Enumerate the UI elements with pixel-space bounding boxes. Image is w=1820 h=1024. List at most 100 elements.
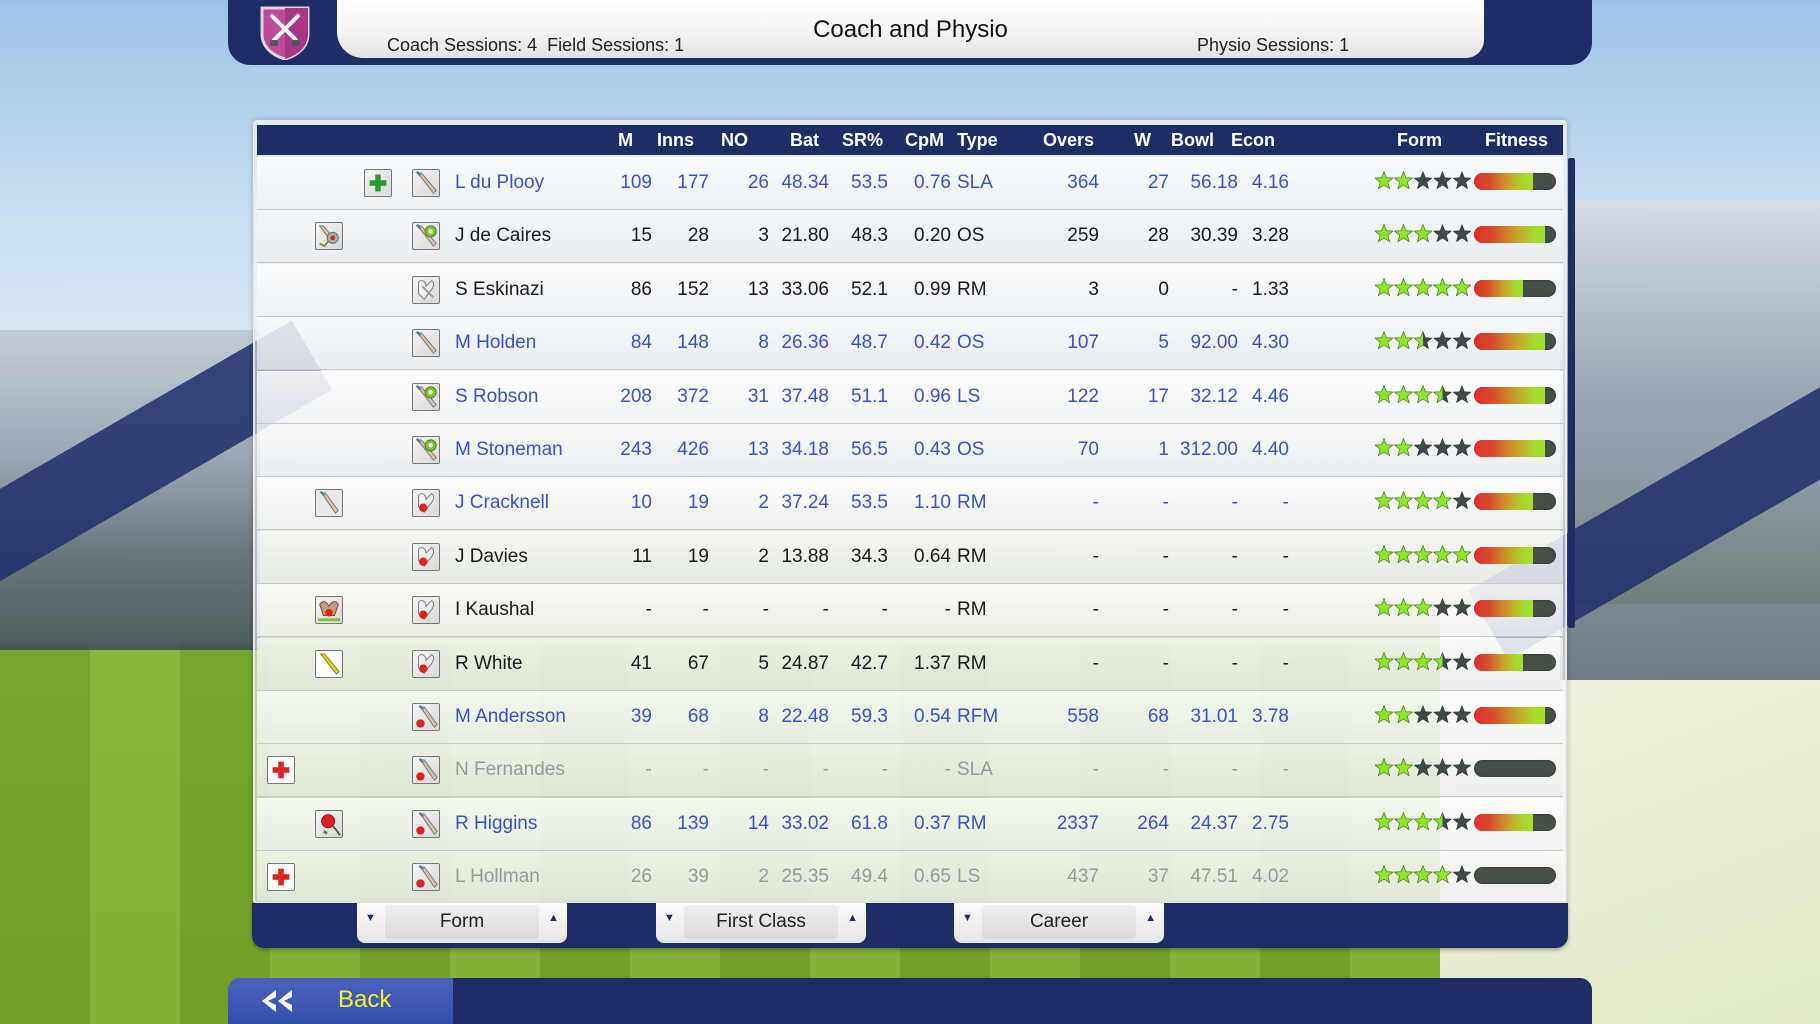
sort-selector[interactable]: ▼ Form ▲ xyxy=(357,903,567,943)
bowling-training-icon[interactable] xyxy=(315,809,343,838)
cell-type: RM xyxy=(957,812,987,834)
sort-prev-arrow-icon[interactable]: ▼ xyxy=(365,912,376,924)
bat-ball-icon xyxy=(412,222,440,251)
table-row[interactable]: J Davies 11 19 2 13.88 34.3 0.64 RM - - - - xyxy=(257,530,1563,584)
col-header-bowl[interactable]: Bowl xyxy=(1171,130,1214,151)
back-button[interactable]: Back xyxy=(228,978,453,1024)
cell-no: - xyxy=(762,599,769,621)
form-star-filled-icon xyxy=(1413,384,1433,403)
table-row[interactable]: M Holden 84 148 8 26.36 48.7 0.42 OS 107 5 92.00 4.… xyxy=(257,317,1563,371)
col-header-m[interactable]: M xyxy=(618,130,633,151)
sort-next-arrow-icon[interactable]: ▲ xyxy=(548,912,559,924)
col-header-cpm[interactable]: CpM xyxy=(905,130,944,151)
cell-bat: - xyxy=(822,599,829,621)
col-header-inns[interactable]: Inns xyxy=(657,130,694,151)
cell-inns: 426 xyxy=(677,439,709,460)
gloves-ball-icon xyxy=(412,489,440,518)
cell-overs: 2337 xyxy=(1056,812,1099,834)
form-star-filled-icon xyxy=(1375,491,1394,510)
cell-inns: 19 xyxy=(687,545,709,567)
cell-sr: 42.7 xyxy=(851,652,888,674)
player-name[interactable]: J Davies xyxy=(455,546,528,568)
cell-econ: 1.33 xyxy=(1252,278,1289,300)
table-scrollbar[interactable] xyxy=(1568,158,1575,628)
form-star-filled-icon xyxy=(1393,224,1414,243)
col-header-no[interactable]: NO xyxy=(721,130,748,151)
table-row[interactable]: J Cracknell 10 19 2 37.24 53.5 1.10 RM - - - - xyxy=(257,477,1563,531)
table-row[interactable]: M Andersson 39 68 8 22.48 59.3 0.54 RFM 558 68 31.… xyxy=(257,691,1563,744)
player-name[interactable]: R Higgins xyxy=(455,813,537,835)
player-name[interactable]: L Hollman xyxy=(455,866,540,888)
cell-w: 1 xyxy=(1158,439,1169,460)
table-row[interactable]: R White 41 67 5 24.87 42.7 1.37 RM - - - - xyxy=(257,637,1563,691)
player-name[interactable]: M Stoneman xyxy=(455,439,563,461)
player-name[interactable]: J Cracknell xyxy=(455,492,549,514)
player-name[interactable]: J de Caires xyxy=(455,225,551,247)
player-name[interactable]: S Robson xyxy=(455,386,538,408)
competition-selector[interactable]: ▼ First Class ▲ xyxy=(656,903,866,943)
team-logo-shield-icon xyxy=(258,4,312,61)
batting-training-icon[interactable] xyxy=(315,489,343,518)
form-rating xyxy=(1375,384,1471,405)
cell-type: OS xyxy=(957,225,985,247)
keeping-training-icon[interactable] xyxy=(315,596,343,625)
cell-bat: 25.35 xyxy=(781,866,829,888)
period-selector[interactable]: ▼ Career ▲ xyxy=(954,903,1164,943)
table-row[interactable]: I Kaushal - - - - - - RM - - - - xyxy=(257,584,1563,638)
fitness-bar-fill xyxy=(1474,279,1524,297)
form-star-filled-icon xyxy=(1452,277,1471,297)
player-name[interactable]: I Kaushal xyxy=(455,599,534,621)
player-name[interactable]: M Andersson xyxy=(455,706,566,728)
table-row[interactable]: N Fernandes - - - - - - SLA - - - - xyxy=(257,744,1563,798)
col-header-bat[interactable]: Bat xyxy=(790,130,819,151)
form-rating xyxy=(1375,758,1471,778)
table-row[interactable]: L Hollman 26 39 2 25.35 49.4 0.65 LS 437 37 47.51 4… xyxy=(257,851,1563,905)
competition-next-arrow-icon[interactable]: ▲ xyxy=(847,912,858,924)
table-row[interactable]: S Eskinazi 86 152 13 33.06 52.1 0.99 RM 3 0 -1.33 xyxy=(257,263,1563,317)
cell-bowl: - xyxy=(1231,759,1238,781)
yellow-bat-training-icon[interactable] xyxy=(315,649,343,678)
injury-cross-icon[interactable] xyxy=(267,863,295,892)
bat-icon xyxy=(412,169,440,197)
session-counts: Coach Sessions: 4 Field Sessions: 1 xyxy=(387,35,684,56)
player-name[interactable]: L du Plooy xyxy=(455,172,544,194)
cell-bowl: - xyxy=(1231,545,1238,567)
table-row[interactable]: R Higgins 86 139 14 33.02 61.8 0.37 RM 2337 264 24… xyxy=(257,797,1563,851)
cell-m: 84 xyxy=(630,332,652,354)
cell-w: 264 xyxy=(1137,812,1169,834)
cell-no: 13 xyxy=(747,439,769,460)
cell-no: 26 xyxy=(747,172,769,193)
col-header-sr[interactable]: SR% xyxy=(842,130,883,151)
player-name[interactable]: M Holden xyxy=(455,332,536,354)
period-prev-arrow-icon[interactable]: ▼ xyxy=(962,912,973,924)
table-row[interactable]: S Robson 208 372 31 37.48 51.1 0.96 LS 122 17 32.1… xyxy=(257,370,1563,424)
player-name[interactable]: N Fernandes xyxy=(455,759,565,781)
cell-type: RM xyxy=(957,492,987,514)
physio-plus-icon[interactable] xyxy=(364,169,392,197)
injury-cross-icon[interactable] xyxy=(267,756,295,785)
cell-overs: - xyxy=(1092,492,1099,514)
form-star-filled-icon xyxy=(1432,865,1453,884)
player-name[interactable]: S Eskinazi xyxy=(455,279,544,301)
col-header-fitness[interactable]: Fitness xyxy=(1485,130,1548,151)
col-header-type[interactable]: Type xyxy=(957,130,998,151)
col-header-form[interactable]: Form xyxy=(1397,130,1442,151)
form-star-filled-icon xyxy=(1393,438,1414,457)
form-star-filled-icon xyxy=(1393,544,1414,564)
cell-type: LS xyxy=(957,866,981,888)
col-header-w[interactable]: W xyxy=(1134,130,1151,151)
form-star-empty-icon xyxy=(1432,758,1453,777)
table-row[interactable]: M Stoneman 243 426 13 34.18 56.5 0.43 OS 70 1 312.… xyxy=(257,424,1563,477)
col-header-econ[interactable]: Econ xyxy=(1231,130,1275,151)
cell-type: LS xyxy=(957,385,981,407)
form-star-filled-icon xyxy=(1375,171,1394,190)
cell-w: - xyxy=(1162,599,1169,621)
table-row[interactable]: J de Caires 15 28 3 21.80 48.3 0.20 OS 259 28 30.3… xyxy=(257,210,1563,264)
period-next-arrow-icon[interactable]: ▲ xyxy=(1145,912,1156,924)
player-name[interactable]: R White xyxy=(455,653,523,675)
table-row[interactable]: L du Plooy 109 177 26 48.34 53.5 0.76 SLA 364 27 5… xyxy=(257,157,1563,210)
gloves-ball-icon xyxy=(412,649,440,678)
fielding-training-icon[interactable] xyxy=(315,222,343,251)
col-header-overs[interactable]: Overs xyxy=(1043,130,1094,151)
competition-prev-arrow-icon[interactable]: ▼ xyxy=(664,912,675,924)
